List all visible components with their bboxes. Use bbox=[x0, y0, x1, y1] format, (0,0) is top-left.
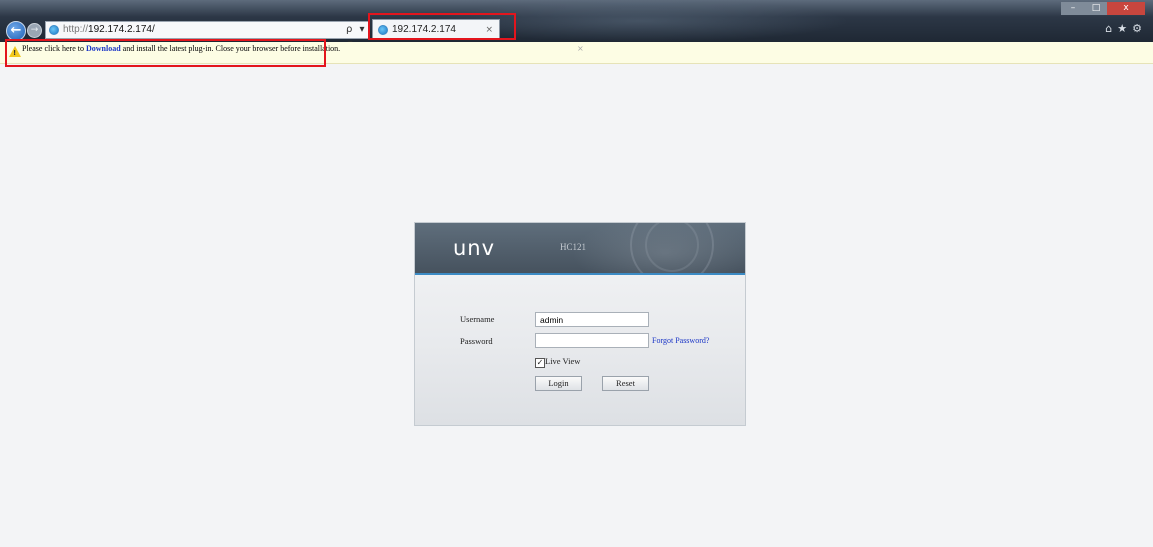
minimize-button[interactable]: – bbox=[1061, 2, 1085, 15]
forward-arrow-icon[interactable]: → bbox=[27, 23, 42, 38]
login-button[interactable]: Login bbox=[535, 376, 582, 391]
tab-highlight-box bbox=[368, 13, 516, 40]
address-protocol: http:// bbox=[63, 24, 89, 35]
device-model: HC121 bbox=[560, 242, 587, 252]
home-favorites-settings-icons[interactable]: ⌂★⚙ bbox=[1105, 22, 1147, 35]
browser-toolbar: ← → http://192.174.2.174/ ρ ▾ C 192.174.… bbox=[0, 0, 1153, 51]
ie-globe-icon bbox=[49, 25, 59, 35]
password-label: Password bbox=[460, 336, 493, 346]
reset-button[interactable]: Reset bbox=[602, 376, 649, 391]
login-panel: unv HC121 Username Password Forgot Passw… bbox=[414, 222, 746, 426]
info-bar-close-icon[interactable]: × bbox=[577, 42, 584, 56]
address-host: 192.174.2.174/ bbox=[88, 24, 155, 35]
address-text: http://192.174.2.174/ bbox=[63, 22, 155, 38]
address-bar[interactable]: http://192.174.2.174/ ρ ▾ C bbox=[45, 21, 369, 51]
info-bar-highlight-box bbox=[5, 39, 326, 67]
maximize-button[interactable]: □ bbox=[1085, 2, 1107, 15]
live-view-checkbox[interactable]: ✓ bbox=[535, 358, 545, 368]
close-window-button[interactable]: x bbox=[1107, 2, 1145, 15]
username-label: Username bbox=[460, 314, 495, 324]
live-view-label: Live View bbox=[545, 356, 581, 366]
back-arrow-icon[interactable]: ← bbox=[6, 21, 26, 41]
password-field[interactable] bbox=[535, 333, 649, 348]
window-controls: – □ x bbox=[1061, 2, 1145, 15]
header-accent-line bbox=[415, 273, 745, 275]
username-field[interactable] bbox=[535, 312, 649, 327]
forgot-password-link[interactable]: Forgot Password? bbox=[652, 336, 709, 345]
login-header: unv HC121 bbox=[415, 223, 745, 273]
unv-logo: unv bbox=[453, 236, 496, 260]
